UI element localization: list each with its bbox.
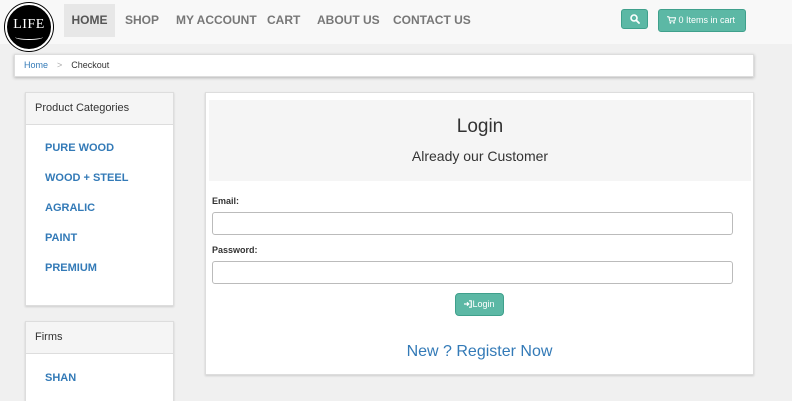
logo[interactable]: LIFE (5, 3, 53, 51)
breadcrumb: Home > Checkout (14, 54, 754, 77)
category-wood-steel[interactable]: WOOD + STEEL (45, 172, 128, 184)
category-premium[interactable]: PREMIUM (45, 262, 97, 274)
breadcrumb-separator: > (57, 60, 63, 70)
category-pure-wood[interactable]: PURE WOOD (45, 142, 114, 154)
firms-panel: Firms SHAN (25, 321, 174, 401)
logo-wave-icon (15, 34, 43, 40)
nav-shop[interactable]: SHOP (125, 4, 159, 37)
breadcrumb-home[interactable]: Home (24, 60, 48, 70)
password-label: Password: (212, 245, 258, 255)
cart-button[interactable]: 0 Items in cart (658, 9, 746, 32)
login-button[interactable]: Login (455, 293, 504, 316)
login-button-label: Login (472, 299, 495, 309)
category-agralic[interactable]: AGRALIC (45, 202, 95, 214)
register-link[interactable]: New ? Register Now (206, 343, 753, 361)
shopping-cart-icon (667, 16, 677, 24)
product-categories-heading: Product Categories (26, 93, 173, 125)
firms-heading: Firms (26, 322, 173, 354)
login-panel: Login Already our Customer Email: Passwo… (205, 92, 754, 375)
nav-cart[interactable]: CART (267, 4, 300, 37)
navbar: LIFE HOME SHOP MY ACCOUNT CART ABOUT US … (0, 0, 792, 51)
login-header: Login Already our Customer (209, 100, 751, 181)
email-field[interactable] (212, 212, 733, 235)
nav-my-account[interactable]: MY ACCOUNT (176, 4, 257, 37)
breadcrumb-current: Checkout (71, 60, 110, 70)
login-title: Login (456, 116, 504, 137)
search-button[interactable] (621, 9, 648, 29)
login-subtitle: Already our Customer (411, 148, 549, 164)
search-icon (630, 14, 640, 24)
firm-shan[interactable]: SHAN (45, 372, 76, 384)
email-label: Email: (212, 196, 240, 206)
password-field[interactable] (212, 261, 733, 284)
product-categories-panel: Product Categories PURE WOOD WOOD + STEE… (25, 92, 174, 306)
cart-label: 0 Items in cart (678, 15, 736, 25)
nav-contact-us[interactable]: CONTACT US (393, 4, 471, 37)
logo-text: LIFE (13, 17, 45, 32)
nav-home[interactable]: HOME (64, 4, 115, 37)
category-paint[interactable]: PAINT (45, 232, 77, 244)
nav-about-us[interactable]: ABOUT US (317, 4, 380, 37)
